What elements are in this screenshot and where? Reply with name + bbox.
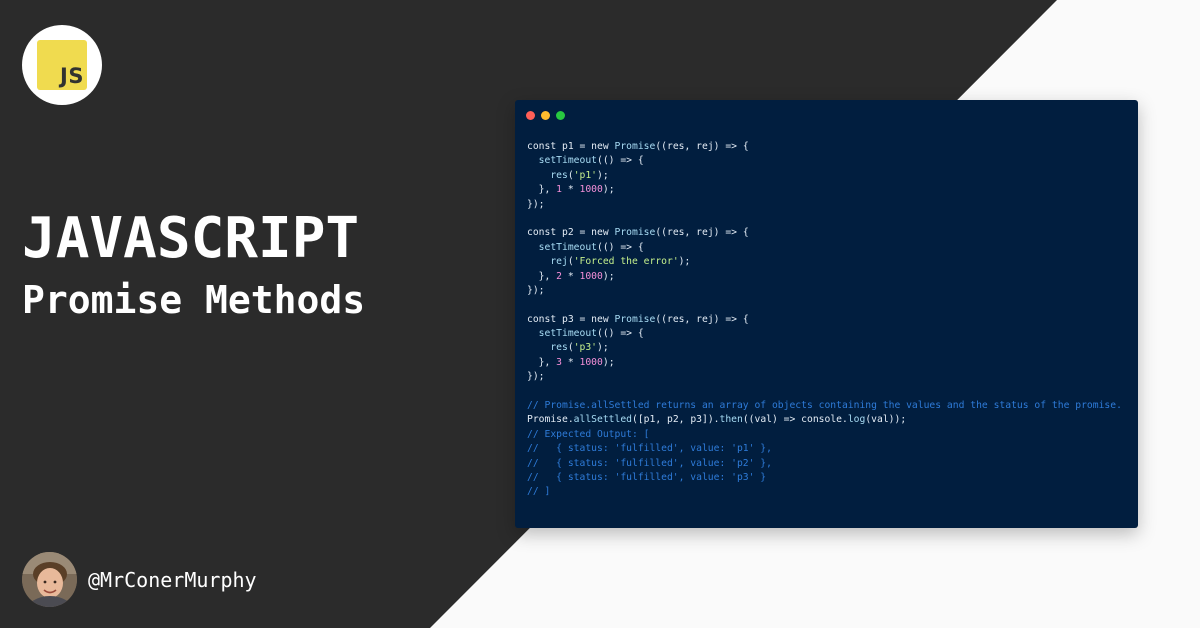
code-line: }); [527, 284, 1122, 298]
code-token: }); [527, 371, 545, 383]
code-token: ((res, rej) => { [655, 141, 749, 152]
code-token: setTimeout [538, 241, 597, 253]
code-token: rej [550, 256, 568, 268]
code-token: (() => { [597, 328, 644, 340]
code-token: // Expected Output: [ [527, 428, 650, 440]
code-token: }, [527, 270, 557, 282]
code-token: 1000 [579, 184, 603, 196]
code-token: log [847, 414, 866, 426]
code-line: // ] [527, 485, 1122, 499]
code-token: 'p3' [573, 342, 598, 354]
code-token: res [550, 169, 568, 181]
code-token: * [562, 270, 580, 282]
code-token: ); [597, 169, 609, 181]
code-token: const p2 = new [527, 227, 615, 239]
code-token: // ] [527, 486, 551, 498]
code-token: (val)); [865, 414, 907, 426]
code-line: const p2 = new Promise((res, rej) => { [527, 226, 1122, 240]
code-token: // { status: 'fulfilled', value: 'p3' } [527, 471, 767, 483]
code-line: // Promise.allSettled returns an array o… [527, 399, 1122, 413]
window-controls [526, 111, 565, 120]
code-line: Promise.allSettled([p1, p2, p3]).then((v… [527, 413, 1122, 427]
code-token: allSettled [573, 414, 632, 426]
page-subtitle: Promise Methods [22, 278, 366, 322]
code-line: setTimeout(() => { [527, 327, 1122, 341]
code-token: const p1 = new [527, 141, 615, 152]
code-line: // { status: 'fulfilled', value: 'p1' }, [527, 442, 1122, 456]
code-token: Promise [614, 313, 656, 325]
code-token: ); [602, 270, 615, 282]
code-token: const p3 = new [527, 313, 615, 325]
code-token: }); [527, 198, 545, 210]
code-line: }, 1 * 1000); [527, 183, 1122, 197]
code-token: 1000 [579, 270, 603, 282]
code-token: // { status: 'fulfilled', value: 'p2' }, [527, 457, 772, 469]
code-token: then [719, 414, 743, 426]
code-line: // { status: 'fulfilled', value: 'p2' }, [527, 457, 1122, 471]
code-line: res('p3'); [527, 341, 1122, 355]
code-token: (() => { [597, 155, 644, 167]
code-line: // Expected Output: [ [527, 428, 1122, 442]
code-token: ); [602, 356, 615, 368]
code-line: const p1 = new Promise((res, rej) => { [527, 140, 1122, 154]
avatar-image [22, 552, 77, 607]
code-token: ((res, rej) => { [655, 227, 749, 239]
author-handle: @MrConerMurphy [88, 568, 257, 592]
code-token: ); [597, 342, 609, 354]
code-token: Promise [614, 141, 656, 152]
code-token: }, [527, 184, 557, 196]
code-line: rej('Forced the error'); [527, 255, 1122, 269]
code-window: const p1 = new Promise((res, rej) => { s… [515, 100, 1138, 528]
code-token: ((res, rej) => { [655, 313, 749, 325]
code-token: ((val) => console. [742, 414, 848, 426]
code-token: res [550, 342, 568, 354]
code-line: const p3 = new Promise((res, rej) => { [527, 313, 1122, 327]
code-token: 'Forced the error' [573, 256, 679, 268]
code-token: Promise. [527, 414, 574, 426]
js-logo-text: JS [60, 64, 84, 88]
maximize-dot-icon [556, 111, 565, 120]
code-line: }); [527, 370, 1122, 384]
code-token: ); [602, 184, 615, 196]
page-title: JAVASCRIPT [22, 206, 360, 271]
minimize-dot-icon [541, 111, 550, 120]
code-line: res('p1'); [527, 169, 1122, 183]
code-line: }, 3 * 1000); [527, 356, 1122, 370]
js-logo: JS [22, 25, 102, 105]
code-token: 1000 [579, 356, 603, 368]
code-token: * [562, 184, 580, 196]
code-token: // { status: 'fulfilled', value: 'p1' }, [527, 443, 772, 455]
code-token: ); [678, 256, 691, 268]
code-token: * [562, 356, 580, 368]
code-line: setTimeout(() => { [527, 154, 1122, 168]
code-token: }, [527, 356, 557, 368]
avatar [22, 552, 77, 607]
code-line: }, 2 * 1000); [527, 270, 1122, 284]
js-logo-badge: JS [37, 40, 87, 90]
code-line: }); [527, 198, 1122, 212]
code-block: const p1 = new Promise((res, rej) => { s… [527, 140, 1122, 500]
code-token: 'p1' [573, 169, 598, 181]
code-token: Promise [614, 227, 656, 239]
code-line: setTimeout(() => { [527, 241, 1122, 255]
code-token: }); [527, 284, 545, 296]
code-line: // { status: 'fulfilled', value: 'p3' } [527, 471, 1122, 485]
code-token: (() => { [597, 241, 644, 253]
code-token: ([p1, p2, p3]). [632, 414, 720, 426]
code-token: setTimeout [538, 328, 597, 340]
code-token: // Promise.allSettled returns an array o… [527, 400, 1122, 412]
close-dot-icon [526, 111, 535, 120]
code-token: setTimeout [538, 155, 597, 167]
